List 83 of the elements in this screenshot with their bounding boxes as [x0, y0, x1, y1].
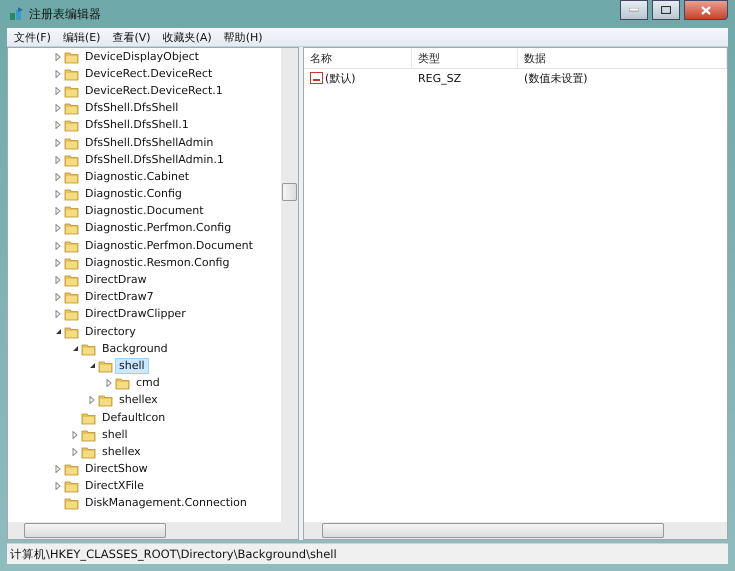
- folder-icon: [81, 410, 96, 425]
- folder-icon: [64, 136, 79, 150]
- tree-item[interactable]: DiskManagement.Connection: [81, 495, 251, 512]
- tree-item[interactable]: DirectDraw: [81, 272, 151, 288]
- menu-item[interactable]: 收藏夹(A): [162, 30, 212, 44]
- value-data-cell-text: (数值未设置): [523, 70, 589, 86]
- expand-arrow-icon[interactable]: [106, 379, 112, 388]
- folder-icon: [115, 376, 130, 390]
- tree-item[interactable]: Diagnostic.Resmon.Config: [81, 254, 234, 271]
- column-header[interactable]: 名称: [304, 48, 412, 68]
- vertical-scrollbar[interactable]: [281, 48, 298, 522]
- window-title: 注册表编辑器: [29, 6, 102, 22]
- tree-item[interactable]: DfsShell.DfsShell.1: [81, 117, 193, 134]
- tree-item[interactable]: shellex: [115, 392, 162, 408]
- menu-item[interactable]: 帮助(H): [224, 30, 263, 44]
- folder-icon: [64, 84, 79, 98]
- tree-item[interactable]: DfsShell.DfsShellAdmin: [81, 134, 218, 151]
- folder-icon: [81, 444, 96, 459]
- folder-icon: [64, 290, 79, 304]
- tree-item[interactable]: DirectDraw7: [81, 289, 158, 306]
- tree-item[interactable]: Diagnostic.Perfmon.Config: [81, 220, 236, 236]
- tree-item[interactable]: Diagnostic.Config: [81, 186, 186, 202]
- tree-item[interactable]: DfsShell.DfsShell: [81, 100, 182, 116]
- registry-editor-icon: [9, 6, 25, 22]
- menu-item[interactable]: 文件(F): [14, 30, 51, 44]
- folder-icon: [64, 204, 79, 218]
- folder-icon: [64, 66, 79, 81]
- minimize-button[interactable]: [620, 0, 648, 20]
- horizontal-scrollbar[interactable]: [8, 522, 298, 539]
- expand-arrow-icon[interactable]: [89, 396, 95, 404]
- folder-icon: [64, 170, 79, 184]
- folder-icon: [64, 307, 79, 322]
- value-type-cell-text: REG_SZ: [417, 72, 462, 84]
- tree-item[interactable]: DeviceDisplayObject: [81, 48, 203, 65]
- close-button[interactable]: [684, 0, 728, 20]
- tree-item[interactable]: Diagnostic.Cabinet: [81, 168, 194, 185]
- tree-item[interactable]: DeviceRect.DeviceRect: [81, 66, 216, 82]
- tree-item[interactable]: Diagnostic.Document: [81, 203, 208, 220]
- folder-icon: [64, 462, 79, 476]
- tree-item[interactable]: DeviceRect.DeviceRect.1: [81, 82, 227, 99]
- tree-item[interactable]: shellex: [98, 444, 145, 460]
- status-path: 计算机\HKEY_CLASSES_ROOT\Directory\Background\shell: [10, 546, 337, 562]
- tree-item[interactable]: Background: [98, 340, 172, 357]
- folder-icon: [64, 273, 79, 288]
- string-value-icon: [310, 72, 323, 84]
- collapse-arrow-icon[interactable]: [72, 345, 78, 352]
- folder-icon: [98, 358, 113, 373]
- maximize-icon: [661, 6, 671, 14]
- folder-icon: [64, 50, 79, 64]
- tree-item[interactable]: DirectDrawClipper: [81, 306, 190, 322]
- tree-item[interactable]: Directory: [81, 324, 140, 340]
- tree-item[interactable]: DefaultIcon: [98, 410, 170, 426]
- folder-icon: [64, 496, 79, 510]
- menu-item[interactable]: 编辑(E): [62, 30, 100, 44]
- tree-item[interactable]: DfsShell.DfsShellAdmin.1: [81, 152, 228, 168]
- folder-icon: [81, 342, 96, 356]
- folder-icon: [64, 238, 79, 253]
- folder-icon: [64, 118, 79, 132]
- collapse-arrow-icon[interactable]: [54, 328, 62, 336]
- folder-icon: [81, 428, 96, 442]
- close-icon: [701, 6, 711, 14]
- collapse-arrow-icon[interactable]: [88, 362, 96, 370]
- tree-item[interactable]: cmd: [132, 375, 164, 392]
- column-header[interactable]: 数据: [518, 48, 727, 68]
- folder-icon: [64, 221, 79, 236]
- folder-icon: [64, 256, 79, 270]
- value-name-cell[interactable]: (默认): [304, 70, 412, 86]
- tree-item[interactable]: DirectShow: [81, 461, 152, 478]
- minimize-icon: [629, 8, 639, 12]
- folder-icon: [64, 152, 79, 167]
- menu-item[interactable]: 查看(V): [112, 30, 151, 44]
- folder-icon: [64, 187, 79, 202]
- folder-icon: [98, 393, 113, 408]
- folder-icon: [64, 479, 79, 494]
- tree-item[interactable]: shell: [98, 426, 132, 443]
- column-header[interactable]: 类型: [412, 48, 518, 68]
- tree-item[interactable]: shell: [115, 358, 149, 374]
- folder-icon: [64, 324, 79, 339]
- maximize-button[interactable]: [652, 0, 680, 20]
- tree-item[interactable]: DirectXFile: [81, 478, 148, 494]
- folder-icon: [64, 101, 79, 116]
- tree-item[interactable]: Diagnostic.Perfmon.Document: [81, 238, 257, 254]
- horizontal-scrollbar[interactable]: [304, 522, 727, 539]
